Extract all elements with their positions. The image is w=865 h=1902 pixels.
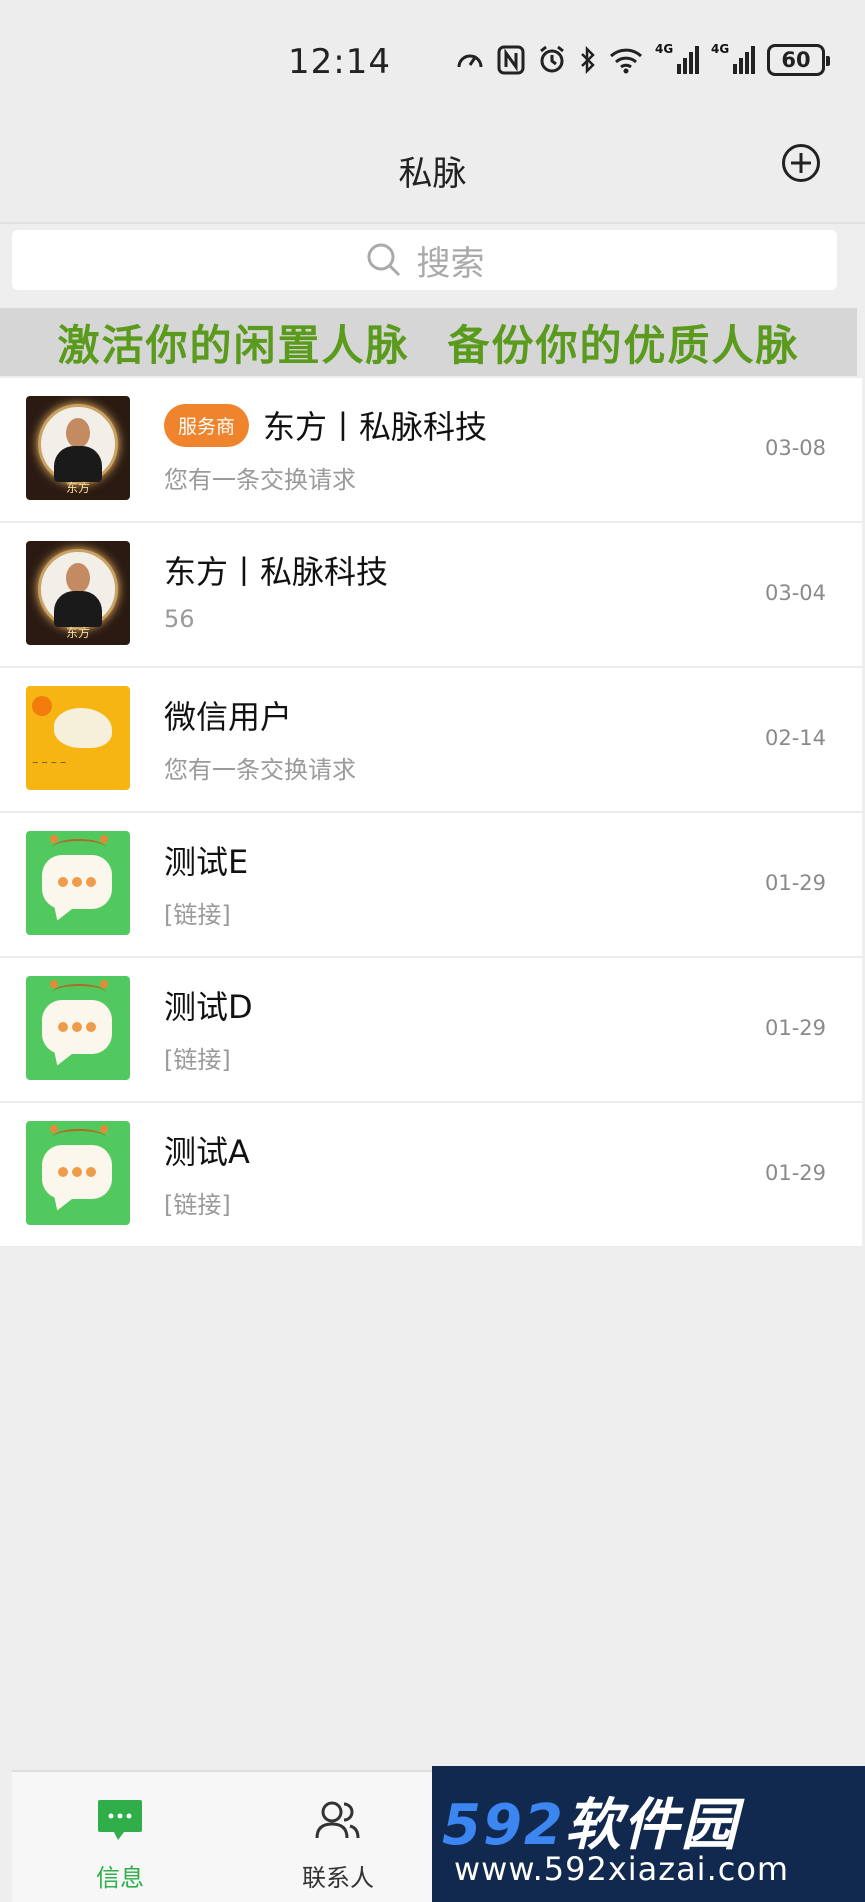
status-time: 12:14 [288,42,391,82]
search-input[interactable]: 搜索 [12,230,837,290]
add-icon[interactable] [782,144,820,182]
message-icon [98,1800,142,1840]
cellular-signal-1: 4G [655,42,699,74]
tab-messages-label: 信息 [96,1864,144,1892]
chat-name: 东方丨私脉科技 [263,408,488,446]
watermark-digits: 592 [442,1793,565,1858]
contacts-icon [315,1801,360,1839]
chat-item[interactable]: 测试E [链接] 01-29 [0,813,862,958]
watermark-brand: 软件园 [564,1793,739,1858]
chat-preview: 您有一条交换请求 [164,756,356,784]
wifi-icon [609,48,643,74]
tab-messages[interactable]: 信息 [60,1798,180,1893]
battery-indicator: 60 [767,44,830,76]
banner-right-text: 备份你的优质人脉 [447,320,800,370]
banner-left-text: 激活你的闲置人脉 [57,320,410,370]
watermark: 592软件园 www.592xiazai.com [432,1766,865,1902]
avatar-tag: 东方 [65,626,90,640]
status-bar: 12:14 4G 4G 60 [0,0,865,120]
chat-name: 测试E [164,843,249,881]
chat-preview: [链接] [164,1046,231,1074]
speed-meter-icon [457,54,483,68]
chat-preview: [链接] [164,1191,231,1219]
search-icon [367,243,400,277]
avatar: 东方 [26,541,130,645]
avatar: ~ ~ ~ ~ [26,686,130,790]
nfc-icon [497,45,525,75]
chat-name: 测试A [164,1133,250,1171]
chat-name: 测试D [164,988,253,1026]
chat-item[interactable]: 东方 服务商 东方丨私脉科技 您有一条交换请求 03-08 [0,378,862,523]
watermark-logo: 592软件园 [442,1780,739,1861]
promo-banner: 激活你的闲置人脉 备份你的优质人脉 [0,308,857,376]
page-title: 私脉 [398,154,467,194]
avatar-tag: 东方 [65,481,90,495]
chat-bubble-avatar [26,831,130,935]
cellular-signal-2: 4G [711,42,755,74]
chat-time: 02-14 [764,726,826,750]
chat-time: 01-29 [764,1161,826,1185]
chat-name: 东方丨私脉科技 [164,553,389,591]
chat-preview: 56 [164,605,195,633]
chat-time: 01-29 [764,1016,826,1040]
avatar: 东方 [26,396,130,500]
alarm-icon [540,45,564,73]
chat-bubble-avatar [26,1121,130,1225]
chat-item[interactable]: 测试D [链接] 01-29 [0,958,862,1103]
chat-preview: 您有一条交换请求 [164,466,356,494]
chat-item[interactable]: 测试A [链接] 01-29 [0,1103,862,1248]
chat-time: 01-29 [764,871,826,895]
service-provider-badge: 服务商 [164,403,250,447]
chat-item[interactable]: ~ ~ ~ ~ 微信用户 您有一条交换请求 02-14 [0,668,862,813]
chat-item[interactable]: 东方 东方丨私脉科技 56 03-04 [0,523,862,668]
chat-preview: [链接] [164,901,231,929]
chat-bubble-avatar [26,976,130,1080]
status-icons: 4G 4G 60 [455,42,830,78]
chat-name: 微信用户 [164,698,293,736]
chat-time: 03-04 [764,581,826,605]
header-bar: 私脉 [0,120,865,224]
bluetooth-icon [581,45,595,75]
search-placeholder: 搜索 [416,243,485,284]
watermark-url: www.592xiazai.com [454,1850,790,1888]
tab-contacts[interactable]: 联系人 [278,1798,398,1893]
chat-time: 03-08 [764,436,826,460]
tab-contacts-label: 联系人 [302,1864,374,1892]
chat-list: 东方 服务商 东方丨私脉科技 您有一条交换请求 03-08 东方 东方丨私脉科技… [0,378,862,1248]
